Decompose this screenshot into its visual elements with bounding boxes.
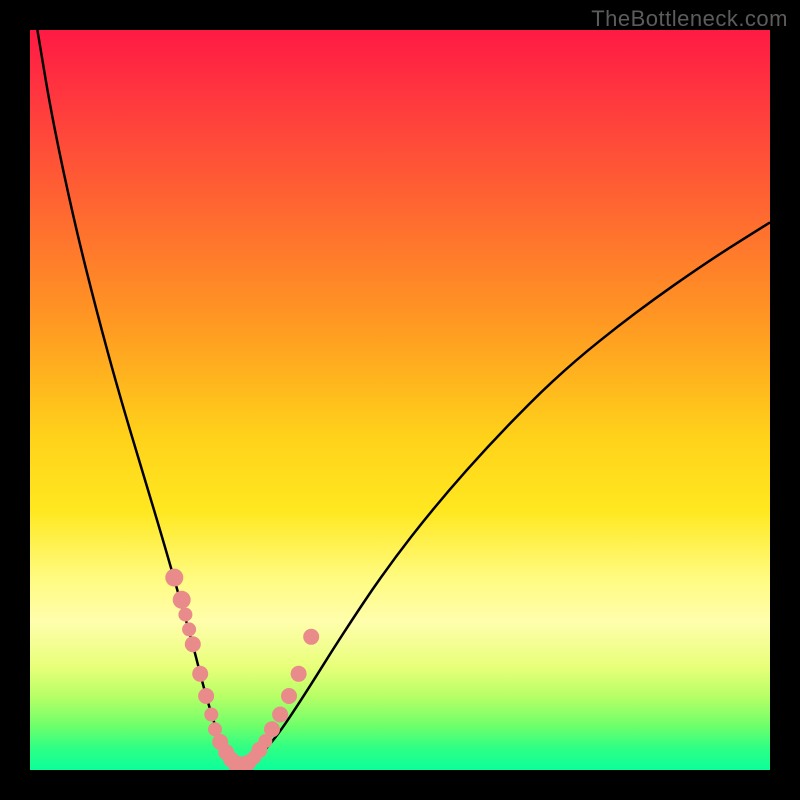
bead <box>264 721 280 737</box>
plot-area <box>30 30 770 770</box>
bead <box>198 688 214 704</box>
chart-frame: TheBottleneck.com <box>0 0 800 800</box>
watermark-text: TheBottleneck.com <box>591 6 788 32</box>
bead <box>192 666 208 682</box>
bead <box>173 591 191 609</box>
highlight-beads <box>165 569 319 770</box>
bead <box>185 636 201 652</box>
chart-svg <box>30 30 770 770</box>
bead <box>303 629 319 645</box>
bead <box>281 688 297 704</box>
bead <box>291 666 307 682</box>
bead <box>272 707 288 723</box>
bead <box>182 622 196 636</box>
bead <box>165 569 183 587</box>
bead <box>178 608 192 622</box>
bead <box>204 708 218 722</box>
bottleneck-curve <box>37 30 770 765</box>
